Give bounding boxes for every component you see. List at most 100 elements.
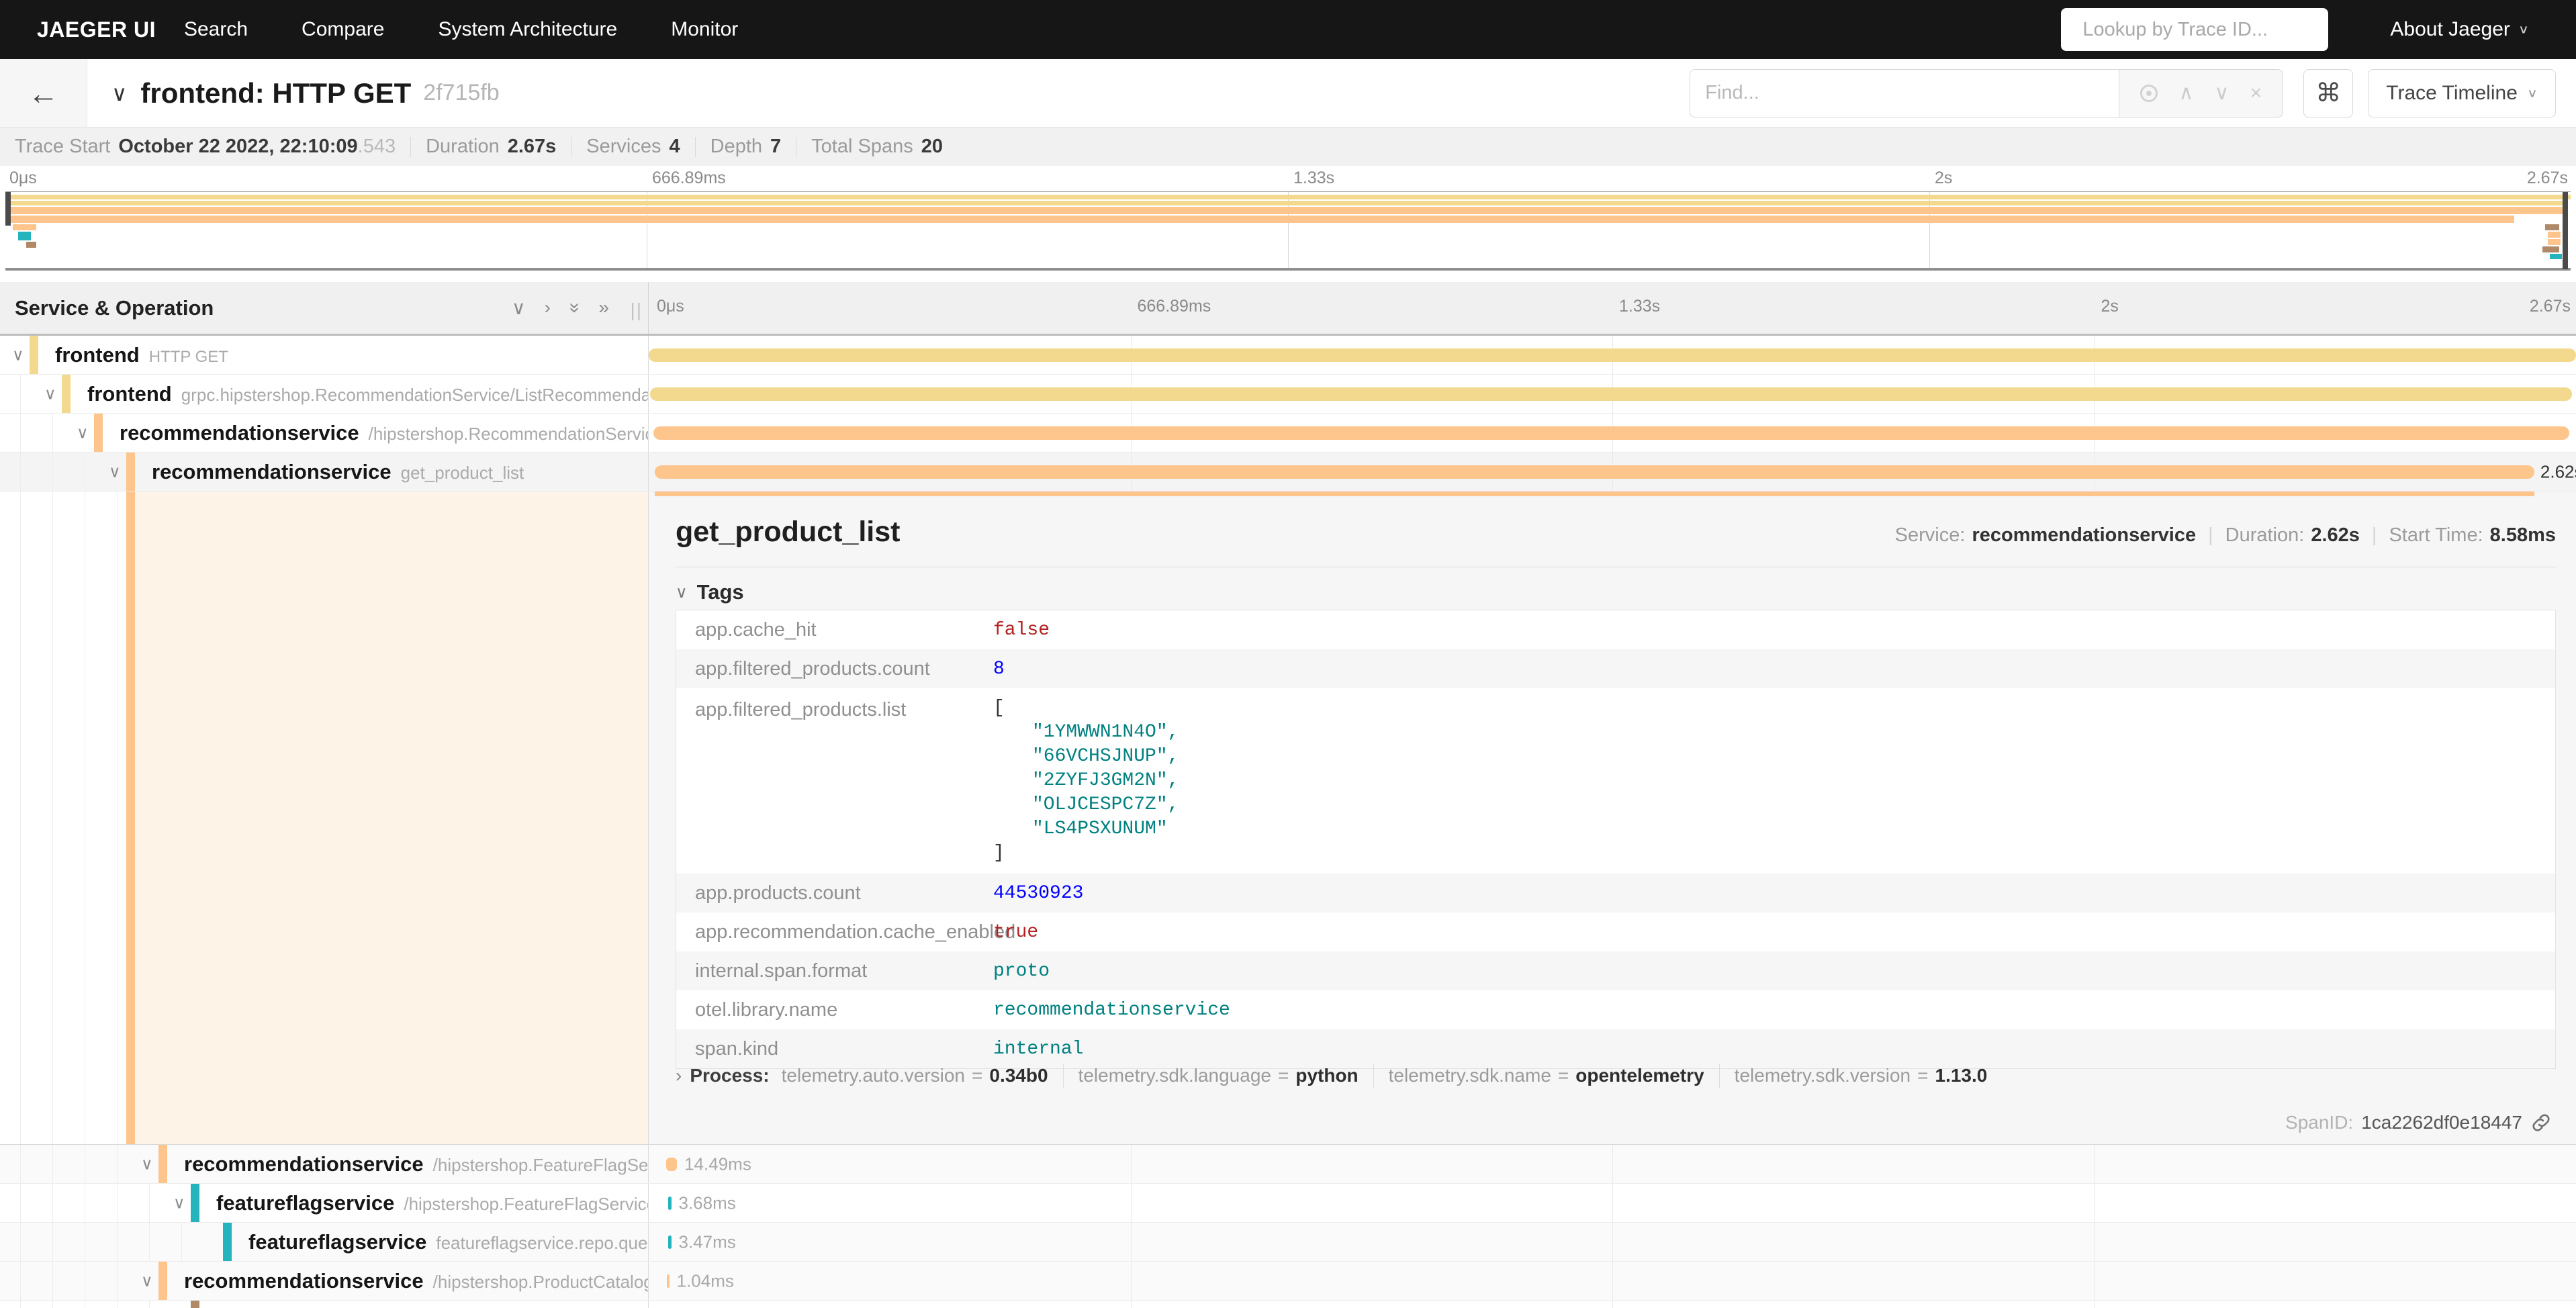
minimap-canvas[interactable] [5, 191, 2571, 271]
keyboard-shortcuts-button[interactable]: ⌘ [2303, 69, 2353, 118]
minimap-ticks: 0μs 666.89ms 1.33s 2s 2.67s [5, 166, 2571, 191]
span-name-cell[interactable]: ∨ recommendationserviceget_product_list [0, 453, 648, 491]
about-jaeger-menu[interactable]: About Jaeger ∨ [2390, 18, 2529, 41]
nav-items: Search Compare System Architecture Monit… [184, 18, 738, 41]
chevron-down-icon[interactable]: ∨ [141, 1154, 153, 1174]
span-bar-cell[interactable]: 3.47ms [648, 1223, 2576, 1261]
span-name-cell[interactable]: ∨ recommendationservice/hipstershop.Reco… [0, 414, 648, 452]
span-row-productcatalog-grpc-parent[interactable]: ∨ recommendationservice/hipstershop.Prod… [0, 1262, 2576, 1301]
chevron-down-icon[interactable]: ∨ [44, 384, 56, 404]
span-duration-bar[interactable] [668, 1235, 672, 1249]
column-resizer[interactable]: || [630, 299, 643, 321]
find-prev-icon[interactable]: ∧ [2178, 81, 2193, 105]
span-duration-label: 3.68ms [678, 1193, 735, 1213]
nav-item-monitor[interactable]: Monitor [671, 18, 738, 41]
span-row-frontend-http-get[interactable]: ∨ frontendHTTP GET [0, 336, 2576, 375]
span-duration-bar[interactable] [668, 1197, 672, 1210]
depth-value: 7 [770, 136, 781, 158]
chevron-down-icon[interactable]: ∨ [141, 1271, 153, 1291]
span-name-cell[interactable]: ∨ featureflagservice/hipstershop.Feature… [0, 1184, 648, 1222]
span-operation: featureflagservice.repo.query:fe... [436, 1233, 648, 1253]
tags-accordion-toggle[interactable]: ∨ Tags [676, 580, 744, 604]
span-bar-cell[interactable] [648, 375, 2576, 413]
span-duration-bar[interactable] [667, 1274, 669, 1288]
chevron-down-icon[interactable]: ∨ [77, 423, 89, 442]
span-name-cell[interactable]: ∨ recommendationservice/hipstershop.Prod… [0, 1262, 648, 1300]
timeline-tick: 2s [2101, 297, 2119, 316]
span-operation: /hipstershop.ProductCatalogSer... [433, 1272, 648, 1292]
expand-one-icon[interactable]: › [545, 297, 551, 319]
timeline-view: Service & Operation ∨ › » » || 0μs 666.8… [0, 282, 2576, 1308]
span-duration-bar[interactable] [650, 387, 2573, 401]
find-group: ∧ ∨ × [1690, 69, 2283, 118]
span-row-frontend-listrecommendations[interactable]: ∨ frontendgrpc.hipstershop.Recommendatio… [0, 375, 2576, 414]
array-item: "OLJCESPC7Z", [993, 793, 1179, 817]
process-value: opentelemetry [1575, 1065, 1704, 1086]
tag-key: app.products.count [676, 882, 993, 904]
duration-label: Duration [426, 136, 500, 158]
span-row-featureflag-grpc-parent[interactable]: ∨ recommendationservice/hipstershop.Feat… [0, 1145, 2576, 1184]
span-row-featureflag-repo-query[interactable]: featureflagservice featureflagservice.rep… [0, 1223, 2576, 1262]
top-nav: JAEGER UI Search Compare System Architec… [0, 0, 2576, 59]
span-name-cell[interactable]: ∨ frontendgrpc.hipstershop.Recommendatio… [0, 375, 648, 413]
span-bar-cell[interactable] [648, 336, 2576, 374]
total-spans-value: 20 [921, 136, 943, 158]
minimap-span-bar [2545, 224, 2559, 230]
find-input[interactable] [1690, 69, 2119, 118]
service-operation-title: Service & Operation [15, 296, 214, 320]
nav-item-search[interactable]: Search [184, 18, 248, 41]
span-name-cell[interactable]: featureflagservice featureflagservice.rep… [0, 1223, 648, 1261]
minimap-span-bar [2542, 246, 2559, 252]
back-button[interactable]: ← [0, 59, 87, 127]
span-service: frontend [55, 343, 140, 367]
nav-item-system-architecture[interactable]: System Architecture [438, 18, 617, 41]
span-operation: /hipstershop.RecommendationService/Lis..… [369, 424, 648, 444]
find-next-icon[interactable]: ∨ [2215, 81, 2229, 105]
span-service: featureflagservice [248, 1230, 426, 1254]
tag-key: app.recommendation.cache_enabled [676, 921, 993, 943]
process-accordion[interactable]: › Process: telemetry.auto.version = 0.34… [676, 1064, 1987, 1088]
span-service: frontend [87, 382, 172, 406]
minimap-right-scrubber[interactable] [2563, 192, 2568, 269]
array-item: "LS4PSXUNUM" [993, 817, 1179, 841]
minimap-left-scrubber[interactable] [5, 192, 11, 226]
span-duration-bar[interactable] [649, 348, 2576, 362]
span-duration-bar[interactable] [653, 426, 2569, 440]
span-bar-cell[interactable] [648, 414, 2576, 452]
expand-all-icon[interactable]: » [598, 297, 609, 319]
brand-logo[interactable]: JAEGER UI [37, 17, 156, 42]
span-row-recommendationservice-grpc[interactable]: ∨ recommendationservice/hipstershop.Reco… [0, 414, 2576, 453]
span-row-featureflagservice-grpc[interactable]: ∨ featureflagservice/hipstershop.Feature… [0, 1184, 2576, 1223]
span-name-cell[interactable]: ∨ recommendationservice/hipstershop.Feat… [0, 1145, 648, 1183]
nav-item-compare[interactable]: Compare [302, 18, 384, 41]
tag-value: proto [993, 961, 1050, 982]
duration-value: 2.67s [508, 136, 557, 158]
span-duration-label: 2.62s [2540, 461, 2576, 482]
chevron-down-icon[interactable]: ∨ [109, 462, 121, 481]
span-id-label: SpanID: [2285, 1112, 2353, 1133]
span-name-cell[interactable]: ∨ frontendHTTP GET [0, 336, 648, 374]
span-bar-cell[interactable]: 1.04ms [648, 1262, 2576, 1300]
trace-view-selector[interactable]: Trace Timeline ∨ [2368, 69, 2556, 118]
trace-collapse-chevron-icon[interactable]: ∨ [111, 81, 127, 106]
chevron-down-icon[interactable]: ∨ [12, 345, 24, 365]
trace-minimap: 0μs 666.89ms 1.33s 2s 2.67s [5, 166, 2571, 277]
span-bar-cell[interactable]: 2.62s [648, 453, 2576, 491]
collapse-all-icon[interactable]: » [563, 303, 586, 314]
chevron-down-icon[interactable]: ∨ [173, 1193, 185, 1213]
find-clear-icon[interactable]: × [2250, 82, 2262, 105]
span-bar-cell[interactable]: 14.49ms [648, 1145, 2576, 1183]
span-operation: /hipstershop.FeatureFlagService/Ge... [404, 1194, 648, 1214]
span-row-get-product-list[interactable]: ∨ recommendationserviceget_product_list … [0, 453, 2576, 492]
deep-link-icon[interactable] [2530, 1112, 2552, 1133]
span-duration-bar[interactable] [655, 465, 2535, 479]
collapse-one-icon[interactable]: ∨ [512, 297, 526, 319]
locate-icon[interactable] [2140, 85, 2158, 102]
trace-lookup-input[interactable] [2082, 19, 2336, 41]
span-duration-bar[interactable] [666, 1158, 677, 1171]
minimap-tick: 666.89ms [652, 169, 726, 188]
span-bar-cell[interactable]: 3.68ms [648, 1184, 2576, 1222]
depth-label: Depth [710, 136, 762, 158]
span-row-partial[interactable] [0, 1301, 2576, 1308]
chevron-down-icon: ∨ [2527, 86, 2538, 100]
